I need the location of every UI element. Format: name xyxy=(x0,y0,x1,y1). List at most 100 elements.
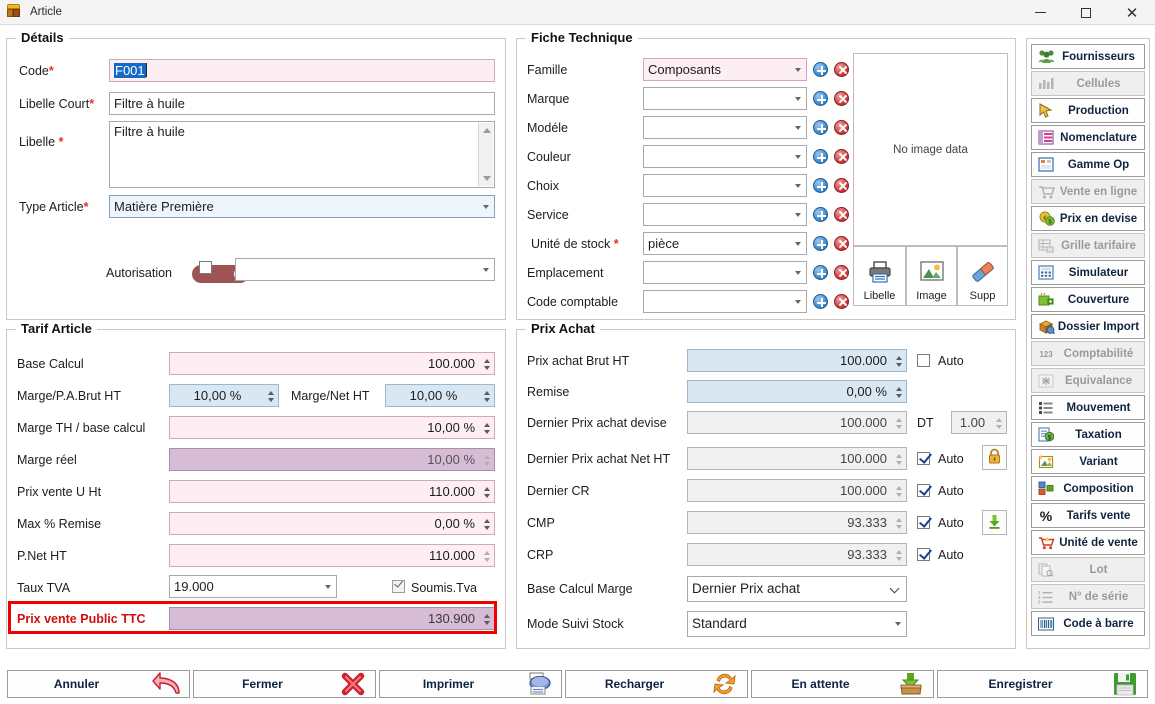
soumis-tva-checkbox[interactable] xyxy=(392,580,405,593)
sidebar-item-simulateur[interactable]: Simulateur xyxy=(1031,260,1145,285)
marque-delete-button[interactable] xyxy=(834,91,849,106)
article-type-select[interactable]: Matière Première xyxy=(109,195,495,218)
close-button[interactable]: ✕ xyxy=(1109,0,1155,25)
sidebar-item-tarifs-vente[interactable]: % Tarifs vente xyxy=(1031,503,1145,528)
spinner[interactable] xyxy=(480,482,493,502)
sidebar-item-numero-de-serie[interactable]: 123 N° de série xyxy=(1031,584,1145,609)
short-label-input[interactable]: Filtre à huile xyxy=(109,92,495,115)
famille-add-button[interactable] xyxy=(813,62,828,77)
sidebar-item-fournisseurs[interactable]: Fournisseurs xyxy=(1031,44,1145,69)
label-textarea[interactable]: Filtre à huile xyxy=(109,121,495,188)
dernier-prix-net-auto-checkbox[interactable] xyxy=(917,452,930,465)
couleur-delete-button[interactable] xyxy=(834,149,849,164)
marge-th-input[interactable]: 10,00 % xyxy=(169,416,495,439)
spinner[interactable] xyxy=(480,418,493,438)
code-comptable-add-button[interactable] xyxy=(813,294,828,309)
code-input[interactable]: F001 xyxy=(109,59,495,82)
prix-vente-u-ht-input[interactable]: 110.000 xyxy=(169,480,495,503)
image-button[interactable]: Image xyxy=(906,246,957,306)
emplacement-add-button[interactable] xyxy=(813,265,828,280)
image-preview-panel[interactable]: No image data xyxy=(853,53,1008,246)
unite-stock-add-button[interactable] xyxy=(813,236,828,251)
sidebar-item-prix-en-devise[interactable]: € $ Prix en devise xyxy=(1031,206,1145,231)
sidebar-item-dossier-import[interactable]: Dossier Import xyxy=(1031,314,1145,339)
authorization-select[interactable] xyxy=(235,258,495,281)
spinner[interactable] xyxy=(480,514,493,534)
couleur-select[interactable] xyxy=(643,145,807,168)
famille-select[interactable]: Composants xyxy=(643,58,807,81)
marque-add-button[interactable] xyxy=(813,91,828,106)
reload-button[interactable]: Recharger xyxy=(565,670,748,698)
spinner[interactable] xyxy=(892,351,905,371)
sidebar-item-comptabilite[interactable]: 123 Comptabilité xyxy=(1031,341,1145,366)
marge-net-input[interactable]: 10,00 % xyxy=(385,384,495,407)
delete-image-button[interactable]: Supp xyxy=(957,246,1008,306)
sidebar-label: Gamme Op xyxy=(1067,158,1130,171)
sidebar-item-lot[interactable]: Lot xyxy=(1031,557,1145,582)
remise-input[interactable]: 0,00 % xyxy=(687,380,907,403)
service-select[interactable] xyxy=(643,203,807,226)
spinner[interactable] xyxy=(264,386,277,406)
save-button[interactable]: Enregistrer xyxy=(937,670,1148,698)
authorization-checkbox[interactable] xyxy=(199,261,212,274)
unite-stock-select[interactable]: pièce xyxy=(643,232,807,255)
service-add-button[interactable] xyxy=(813,207,828,222)
sidebar-item-gamme-op[interactable]: Gamme Op xyxy=(1031,152,1145,177)
marque-select[interactable] xyxy=(643,87,807,110)
minimize-button[interactable] xyxy=(1017,0,1063,25)
choix-delete-button[interactable] xyxy=(834,178,849,193)
sidebar-item-equivalance[interactable]: Equivalance xyxy=(1031,368,1145,393)
spinner[interactable] xyxy=(480,354,493,374)
max-remise-input[interactable]: 0,00 % xyxy=(169,512,495,535)
dernier-cr-auto-checkbox[interactable] xyxy=(917,484,930,497)
service-delete-button[interactable] xyxy=(834,207,849,222)
crp-auto-checkbox[interactable] xyxy=(917,548,930,561)
cmp-auto-checkbox[interactable] xyxy=(917,516,930,529)
spinner[interactable] xyxy=(480,386,493,406)
code-comptable-delete-button[interactable] xyxy=(834,294,849,309)
sidebar-item-composition[interactable]: Composition xyxy=(1031,476,1145,501)
sidebar-item-grille-tarifaire[interactable]: Grille tarifaire xyxy=(1031,233,1145,258)
prix-achat-brut-auto-checkbox[interactable] xyxy=(917,354,930,367)
code-comptable-select[interactable] xyxy=(643,290,807,313)
sidebar-item-production[interactable]: Production xyxy=(1031,98,1145,123)
sidebar-item-mouvement[interactable]: Mouvement xyxy=(1031,395,1145,420)
maximize-button[interactable] xyxy=(1063,0,1109,25)
emplacement-delete-button[interactable] xyxy=(834,265,849,280)
sidebar-item-taxation[interactable]: $ Taxation xyxy=(1031,422,1145,447)
sidebar-item-nomenclature[interactable]: Nomenclature xyxy=(1031,125,1145,150)
sidebar-item-unite-de-vente[interactable]: Unité de vente xyxy=(1031,530,1145,555)
base-calcul-input[interactable]: 100.000 xyxy=(169,352,495,375)
choix-select[interactable] xyxy=(643,174,807,197)
taux-tva-select[interactable]: 19.000 xyxy=(169,575,337,598)
sidebar-item-vente-en-ligne[interactable]: Vente en ligne xyxy=(1031,179,1145,204)
modele-delete-button[interactable] xyxy=(834,120,849,135)
lock-button[interactable] xyxy=(982,445,1007,470)
print-button[interactable]: Imprimer xyxy=(379,670,562,698)
cancel-button[interactable]: Annuler xyxy=(7,670,190,698)
couleur-add-button[interactable] xyxy=(813,149,828,164)
base-calcul-marge-select[interactable]: Dernier Prix achat xyxy=(687,576,907,602)
famille-delete-button[interactable] xyxy=(834,62,849,77)
prix-achat-brut-input[interactable]: 100.000 xyxy=(687,349,907,372)
label-textarea-scrollbar[interactable] xyxy=(478,123,493,186)
pending-button[interactable]: En attente xyxy=(751,670,934,698)
sidebar-item-code-a-barre[interactable]: Code à barre xyxy=(1031,611,1145,636)
label-print-button[interactable]: Libelle xyxy=(853,246,906,306)
close-form-button[interactable]: Fermer xyxy=(193,670,376,698)
cube-icon xyxy=(6,4,22,20)
sidebar-item-couverture[interactable]: Couverture xyxy=(1031,287,1145,312)
sidebar-item-cellules[interactable]: Cellules xyxy=(1031,71,1145,96)
emplacement-select[interactable] xyxy=(643,261,807,284)
unite-stock-delete-button[interactable] xyxy=(834,236,849,251)
modele-select[interactable] xyxy=(643,116,807,139)
marge-pa-brut-input[interactable]: 10,00 % xyxy=(169,384,279,407)
scroll-down-icon[interactable] xyxy=(479,171,494,186)
spinner[interactable] xyxy=(892,382,905,402)
scroll-up-icon[interactable] xyxy=(479,123,494,138)
download-button[interactable] xyxy=(982,510,1007,535)
mode-suivi-stock-select[interactable]: Standard xyxy=(687,611,907,637)
modele-add-button[interactable] xyxy=(813,120,828,135)
choix-add-button[interactable] xyxy=(813,178,828,193)
sidebar-item-variant[interactable]: Variant xyxy=(1031,449,1145,474)
